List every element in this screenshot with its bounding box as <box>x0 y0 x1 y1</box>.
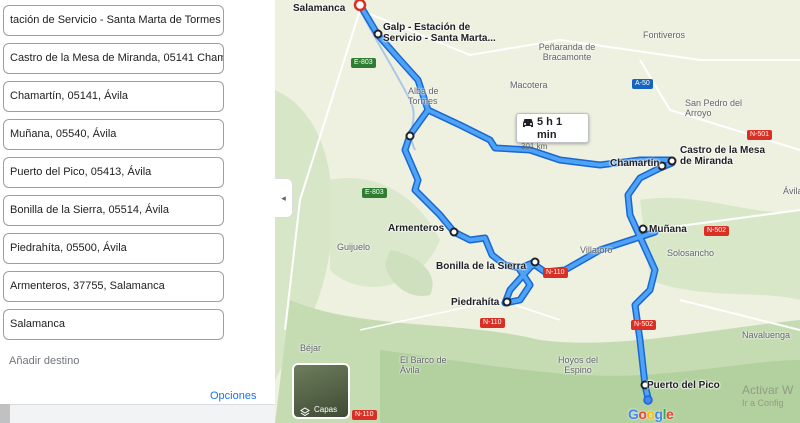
waypoint-marker-chamartin[interactable] <box>657 161 667 171</box>
route-end-dot <box>643 395 653 405</box>
waypoint-marker-unnamed[interactable] <box>405 131 415 141</box>
waypoint-marker-galp[interactable] <box>373 29 383 39</box>
layers-label: Capas <box>314 405 338 414</box>
collapse-panel-button[interactable]: ◂ <box>275 178 293 218</box>
waypoint-marker-armenteros[interactable] <box>449 227 459 237</box>
car-icon <box>523 119 533 127</box>
label-bonilla: Bonilla de la Sierra <box>436 261 527 272</box>
town-villatoro: Villatoro <box>580 245 613 255</box>
stop-input-chamartin[interactable]: Chamartín, 05141, Ávila <box>3 81 224 112</box>
google-logo-letter: e <box>665 406 674 422</box>
road-shield-n110: N-110 <box>480 318 505 328</box>
add-destination-button[interactable]: Añadir destino <box>9 355 79 367</box>
watermark-text: Activar W <box>742 383 794 397</box>
stop-input-piedrahita[interactable]: Piedrahíta, 05500, Ávila <box>3 233 224 264</box>
road-shield-n110: N-110 <box>543 268 568 278</box>
layers-icon <box>300 407 310 417</box>
town-fontiveros: Fontiveros <box>643 30 686 40</box>
town-barco: El Barco de Ávila <box>400 355 447 375</box>
town-bejar: Béjar <box>300 343 322 353</box>
town-alba: Alba de Tormes <box>408 86 439 106</box>
stop-input-galp[interactable]: tación de Servicio - Santa Marta de Torm… <box>3 5 224 36</box>
google-logo-letter: o <box>646 406 655 422</box>
waypoint-marker-piedrahita[interactable] <box>502 297 512 307</box>
town-avila: Ávila <box>783 186 800 196</box>
town-penaranda: Peñaranda de Bracamonte <box>538 42 596 62</box>
google-logo-letter: G <box>628 406 639 422</box>
road-shield-n502: N-502 <box>704 226 730 236</box>
google-logo-letter: g <box>654 406 664 422</box>
label-salamanca: Salamanca <box>293 3 346 14</box>
waypoint-marker-bonilla[interactable] <box>530 257 540 267</box>
town-hoyos: Hoyos del Espino <box>557 355 599 375</box>
route-distance: 301 km <box>521 142 548 151</box>
label-armenteros: Armenteros <box>388 223 445 234</box>
road-shield-a50: A-50 <box>632 79 653 89</box>
panel-scroll-area <box>0 404 275 423</box>
road-shield-n110: N-110 <box>352 410 377 420</box>
town-solosancho: Solosancho <box>667 248 715 258</box>
stop-input-bonilla[interactable]: Bonilla de la Sierra, 05514, Ávila <box>3 195 224 226</box>
horizontal-scrollbar[interactable] <box>0 404 10 423</box>
town-navaluenga: Navaluenga <box>742 330 791 340</box>
label-chamartin: Chamartín <box>610 158 660 169</box>
town-macotera: Macotera <box>510 80 548 90</box>
stop-input-salamanca[interactable]: Salamanca <box>3 309 224 340</box>
label-puerto: Puerto del Pico <box>647 380 720 391</box>
directions-panel: tación de Servicio - Santa Marta de Torm… <box>0 0 275 423</box>
stop-input-puerto[interactable]: Puerto del Pico, 05413, Ávila <box>3 157 224 188</box>
town-guijuelo: Guijuelo <box>337 242 371 252</box>
stop-input-munana[interactable]: Muñana, 05540, Ávila <box>3 119 224 150</box>
stop-input-armenteros[interactable]: Armenteros, 37755, Salamanca <box>3 271 224 302</box>
route-duration: 5 h 1 min <box>537 116 563 141</box>
road-shield-e803: E-803 <box>362 188 387 198</box>
layers-button[interactable]: Capas <box>292 363 350 419</box>
town-sanpedro: San Pedro del Arroyo <box>685 98 743 118</box>
waypoint-marker-munana[interactable] <box>638 224 648 234</box>
label-piedrahita: Piedrahíta <box>451 297 500 308</box>
watermark-subtext: Ir a Config <box>742 398 784 408</box>
road-shield-n502: N-502 <box>631 320 657 330</box>
label-castro: Castro de la Mesa de Miranda <box>680 145 766 167</box>
map-canvas[interactable]: Salamanca Galp - Estación de Servicio - … <box>275 0 800 423</box>
road-shield-e803: E-803 <box>351 58 376 68</box>
waypoint-marker-castro[interactable] <box>667 156 677 166</box>
destination-pin-icon[interactable] <box>353 0 367 12</box>
options-link[interactable]: Opciones <box>210 390 256 402</box>
label-galp: Galp - Estación de Servicio - Santa Mart… <box>383 22 496 44</box>
label-munana: Muñana <box>649 224 687 235</box>
road-shield-n501: N-501 <box>747 130 773 140</box>
route-info-box[interactable]: 5 h 1 min 301 km <box>516 113 589 151</box>
google-logo: Google <box>628 406 674 422</box>
stop-input-castro[interactable]: Castro de la Mesa de Miranda, 05141 Cham… <box>3 43 224 74</box>
